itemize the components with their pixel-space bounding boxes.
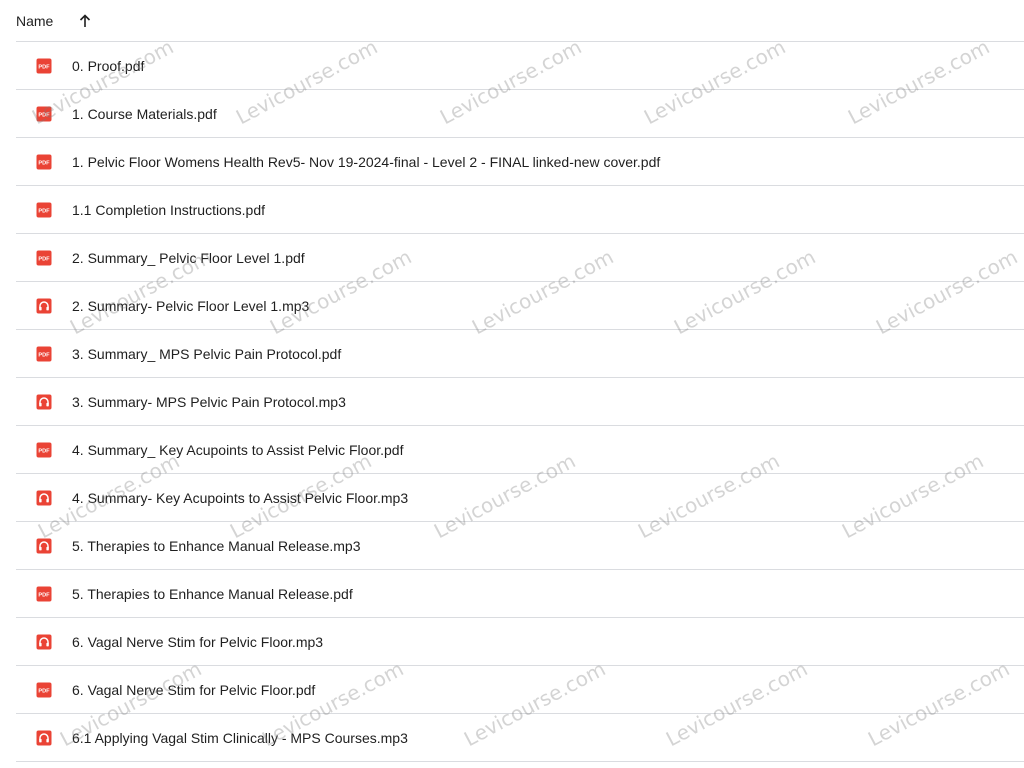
- pdf-file-icon: PDF: [36, 106, 52, 122]
- svg-text:PDF: PDF: [38, 160, 50, 166]
- audio-file-icon: [36, 634, 52, 650]
- file-row[interactable]: PDF 0. Proof.pdf: [16, 42, 1024, 90]
- file-name: 2. Summary_ Pelvic Floor Level 1.pdf: [72, 249, 305, 266]
- list-header: Name: [16, 0, 1024, 42]
- audio-file-icon: [36, 538, 52, 554]
- file-name: 3. Summary_ MPS Pelvic Pain Protocol.pdf: [72, 345, 342, 362]
- pdf-file-icon: PDF: [36, 58, 52, 74]
- audio-file-icon: [36, 490, 52, 506]
- svg-text:PDF: PDF: [38, 592, 50, 598]
- file-name: 1. Course Materials.pdf: [72, 105, 217, 122]
- pdf-file-icon: PDF: [36, 202, 52, 218]
- pdf-file-icon: PDF: [36, 250, 52, 266]
- file-row[interactable]: PDF 1. Pelvic Floor Womens Health Rev5- …: [16, 138, 1024, 186]
- file-row[interactable]: 6.1 Applying Vagal Stim Clinically - MPS…: [16, 714, 1024, 762]
- pdf-file-icon: PDF: [36, 682, 52, 698]
- file-name: 2. Summary- Pelvic Floor Level 1.mp3: [72, 297, 310, 314]
- file-name: 5. Therapies to Enhance Manual Release.p…: [72, 585, 353, 602]
- audio-file-icon: [36, 730, 52, 746]
- name-column-header[interactable]: Name: [16, 13, 53, 29]
- file-name: 3. Summary- MPS Pelvic Pain Protocol.mp3: [72, 393, 346, 410]
- file-row[interactable]: 4. Summary- Key Acupoints to Assist Pelv…: [16, 474, 1024, 522]
- audio-file-icon: [36, 298, 52, 314]
- file-row[interactable]: 5. Therapies to Enhance Manual Release.m…: [16, 522, 1024, 570]
- svg-text:PDF: PDF: [38, 448, 50, 454]
- file-name: 5. Therapies to Enhance Manual Release.m…: [72, 537, 361, 554]
- file-row[interactable]: PDF 4. Summary_ Key Acupoints to Assist …: [16, 426, 1024, 474]
- sort-ascending-button[interactable]: [73, 9, 97, 33]
- svg-text:PDF: PDF: [38, 352, 50, 358]
- file-row[interactable]: 6. Vagal Nerve Stim for Pelvic Floor.mp3: [16, 618, 1024, 666]
- file-name: 4. Summary_ Key Acupoints to Assist Pelv…: [72, 441, 404, 458]
- file-name: 0. Proof.pdf: [72, 57, 145, 74]
- file-name: 6. Vagal Nerve Stim for Pelvic Floor.pdf: [72, 681, 316, 698]
- file-name: 6.1 Applying Vagal Stim Clinically - MPS…: [72, 729, 408, 746]
- file-name: 4. Summary- Key Acupoints to Assist Pelv…: [72, 489, 409, 506]
- file-name: 6. Vagal Nerve Stim for Pelvic Floor.mp3: [72, 633, 324, 650]
- file-row[interactable]: PDF 1. Course Materials.pdf: [16, 90, 1024, 138]
- file-row[interactable]: PDF 2. Summary_ Pelvic Floor Level 1.pdf: [16, 234, 1024, 282]
- svg-text:PDF: PDF: [38, 112, 50, 118]
- file-row[interactable]: PDF 6. Vagal Nerve Stim for Pelvic Floor…: [16, 666, 1024, 714]
- pdf-file-icon: PDF: [36, 154, 52, 170]
- arrow-up-icon: [80, 13, 91, 27]
- svg-text:PDF: PDF: [38, 256, 50, 262]
- file-name: 1.1 Completion Instructions.pdf: [72, 201, 265, 218]
- file-row[interactable]: 3. Summary- MPS Pelvic Pain Protocol.mp3: [16, 378, 1024, 426]
- file-list-page: Name PDF 0. Proof.pdf PDF 1. Course Mate…: [0, 0, 1024, 768]
- file-row[interactable]: PDF 5. Therapies to Enhance Manual Relea…: [16, 570, 1024, 618]
- svg-text:PDF: PDF: [38, 64, 50, 70]
- file-row[interactable]: PDF 1.1 Completion Instructions.pdf: [16, 186, 1024, 234]
- file-name: 1. Pelvic Floor Womens Health Rev5- Nov …: [72, 153, 661, 170]
- pdf-file-icon: PDF: [36, 586, 52, 602]
- file-row[interactable]: PDF 3. Summary_ MPS Pelvic Pain Protocol…: [16, 330, 1024, 378]
- file-row[interactable]: 2. Summary- Pelvic Floor Level 1.mp3: [16, 282, 1024, 330]
- pdf-file-icon: PDF: [36, 442, 52, 458]
- pdf-file-icon: PDF: [36, 346, 52, 362]
- svg-text:PDF: PDF: [38, 208, 50, 214]
- audio-file-icon: [36, 394, 52, 410]
- file-list: PDF 0. Proof.pdf PDF 1. Course Materials…: [16, 42, 1024, 762]
- svg-text:PDF: PDF: [38, 688, 50, 694]
